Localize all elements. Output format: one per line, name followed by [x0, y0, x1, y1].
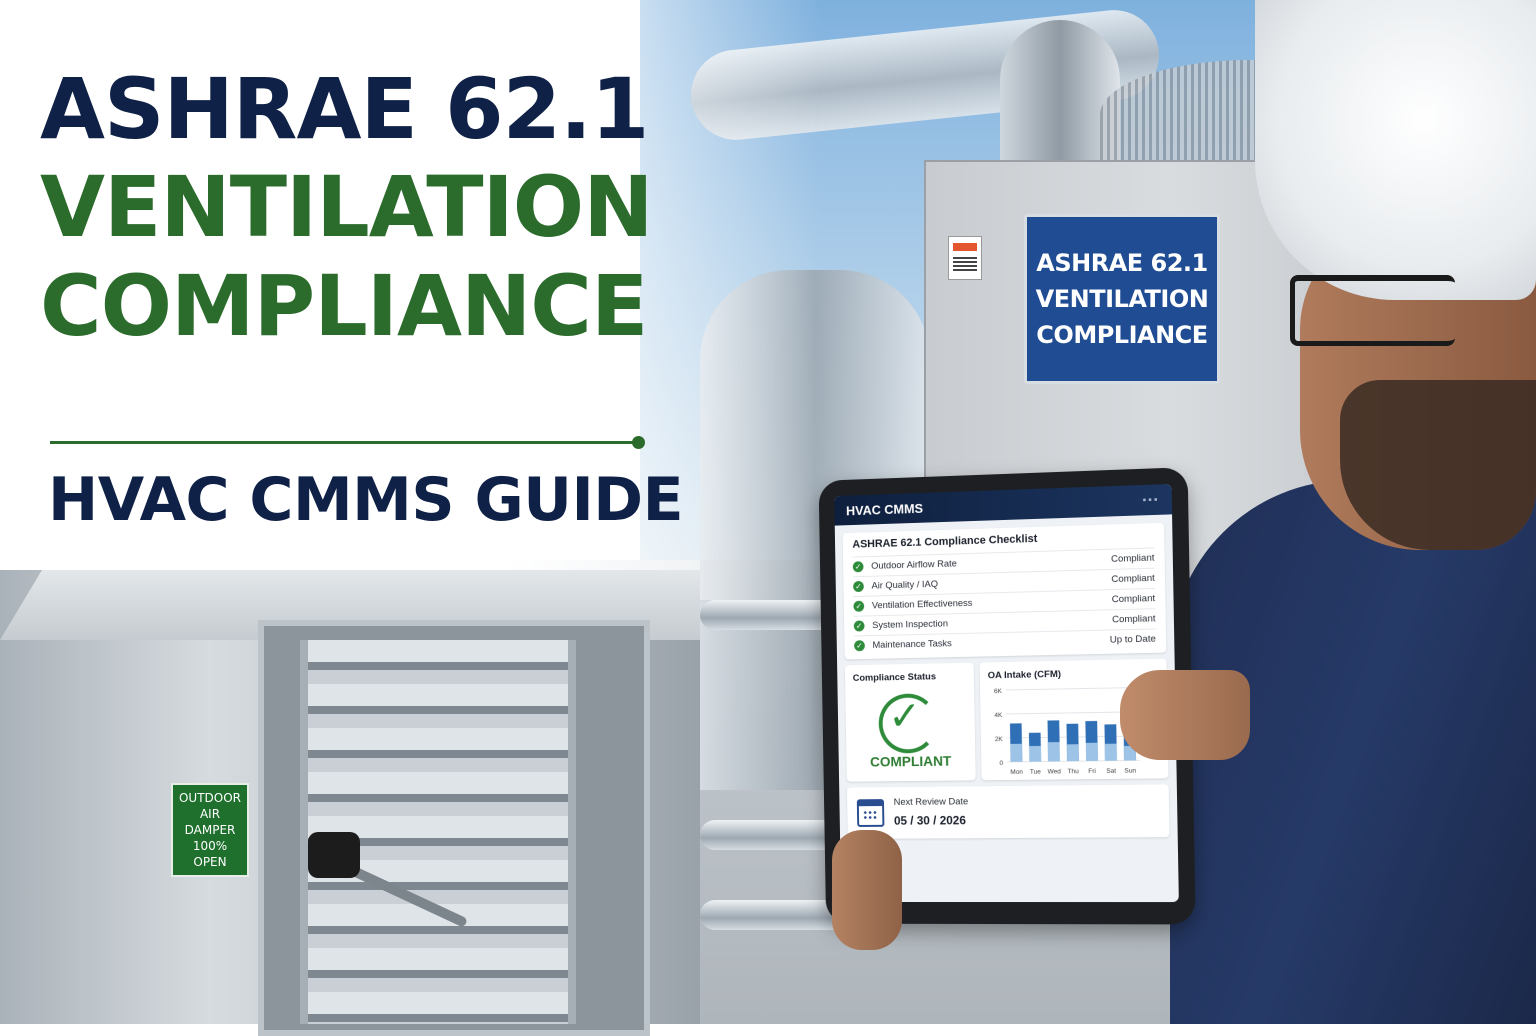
review-label: Next Review Date: [893, 796, 969, 808]
cabinet-sign-line: COMPLIANCE: [1036, 321, 1208, 349]
chart-bar: [1085, 742, 1098, 762]
cabinet-sign: ASHRAE 62.1 VENTILATION COMPLIANCE: [1024, 214, 1220, 384]
warning-label-icon: [948, 236, 982, 280]
checklist-status: Compliant: [1111, 572, 1155, 586]
damper-handle-icon: [308, 832, 360, 878]
x-tick-label: Tue: [1030, 769, 1041, 776]
compliance-checklist: ASHRAE 62.1 Compliance Checklist ✓ Outdoo…: [842, 522, 1167, 660]
headline-line-2: VENTILATION: [40, 158, 654, 257]
x-tick-label: Mon: [1010, 769, 1023, 776]
damper-label-line: AIR DAMPER: [184, 806, 236, 837]
chart-gridline: [1006, 712, 1139, 714]
checklist-status: Compliant: [1111, 592, 1156, 606]
checklist-status: Compliant: [1111, 613, 1156, 626]
status-icons: ▪▪▪: [1142, 494, 1160, 506]
next-review-card[interactable]: Next Review Date 05 / 30 / 2026: [846, 784, 1170, 839]
app-title: HVAC CMMS: [845, 500, 924, 518]
checklist-status: Compliant: [1110, 552, 1155, 565]
checklist-item: Outdoor Airflow Rate: [871, 558, 957, 572]
subtitle: HVAC CMMS GUIDE: [48, 465, 684, 535]
headline-line-1: ASHRAE 62.1: [40, 60, 649, 158]
check-icon: ✓: [853, 580, 864, 593]
safety-glasses-icon: [1290, 275, 1455, 346]
damper-label: OUTDOOR AIR DAMPER 100% OPEN: [171, 783, 249, 877]
x-tick-label: Sat: [1106, 768, 1116, 775]
chart-bar: [1066, 744, 1079, 762]
check-icon: ✓: [852, 561, 864, 573]
check-icon: ✓: [853, 600, 865, 612]
checklist-item: Maintenance Tasks: [872, 638, 952, 651]
status-panel-title: Compliance Status: [852, 671, 937, 684]
x-tick-label: Fri: [1088, 768, 1096, 775]
review-date: 05 / 30 / 2026: [893, 813, 967, 828]
chart-bar: [1104, 743, 1117, 761]
y-tick-label: 2K: [995, 736, 1004, 743]
checklist-status: Up to Date: [1109, 633, 1156, 646]
damper-label-line: 100%: [192, 839, 228, 854]
check-icon: ✓: [853, 620, 865, 632]
checklist-item: Ventilation Effectiveness: [871, 597, 973, 612]
y-tick-label: 6K: [994, 688, 1003, 695]
checklist-item: System Inspection: [872, 618, 949, 632]
compliance-status-panel[interactable]: Compliance Status ✓ COMPLIANT: [844, 662, 976, 782]
y-tick-label: 4K: [994, 712, 1003, 719]
checklist-item: Air Quality / IAQ: [871, 578, 939, 592]
checklist-title: ASHRAE 62.1 Compliance Checklist: [852, 532, 1038, 551]
damper-label-line: OPEN: [193, 855, 227, 870]
damper-label-line: OUTDOOR: [178, 790, 242, 805]
headline: ASHRAE 62.1 VENTILATION COMPLIANCE: [40, 60, 660, 355]
divider-dot: [632, 436, 645, 449]
x-tick-label: Sun: [1124, 767, 1136, 774]
app-header: HVAC CMMS ▪▪▪: [834, 483, 1173, 526]
headline-divider: [50, 441, 640, 444]
y-tick-label: 0: [999, 760, 1003, 767]
left-hand: [832, 830, 902, 950]
cabinet-sign-line: VENTILATION: [1035, 285, 1209, 313]
x-tick-label: Wed: [1048, 768, 1062, 775]
headline-line-3: COMPLIANCE: [40, 256, 648, 355]
x-tick-label: Thu: [1068, 768, 1080, 775]
chart-bar: [1047, 742, 1060, 762]
chart-bar: [1010, 743, 1023, 762]
cabinet-sign-line: ASHRAE 62.1: [1036, 249, 1208, 277]
hard-hat-icon: [1255, 0, 1536, 300]
checkmark-icon: ✓: [887, 693, 922, 740]
check-icon: ✓: [854, 640, 865, 652]
chart-gridline: [1006, 688, 1139, 690]
calendar-icon: [856, 799, 885, 827]
chart-bar: [1029, 745, 1042, 762]
compliance-status-value: COMPLIANT: [869, 752, 952, 770]
technician-beard: [1340, 380, 1536, 550]
right-hand: [1120, 670, 1250, 760]
